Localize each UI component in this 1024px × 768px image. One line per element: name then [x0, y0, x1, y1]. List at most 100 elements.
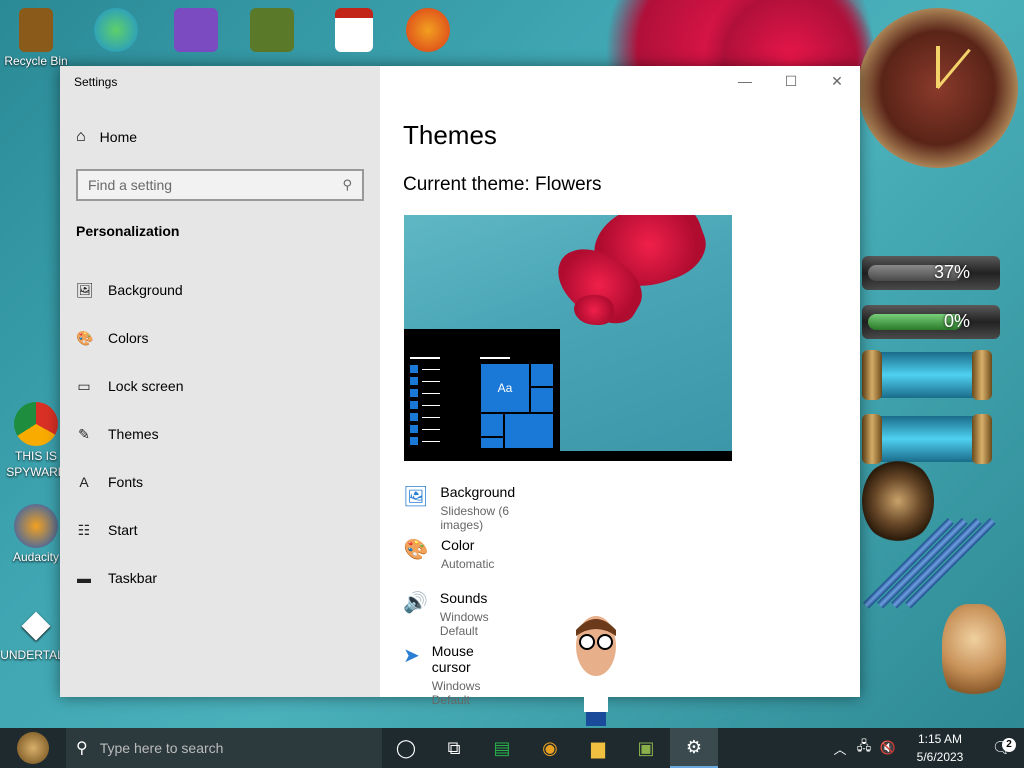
minecraft-icon: [250, 8, 294, 52]
taskbar: ⚲ Type here to search ◯ ⧉ ▤ ◉ ▆ ▣ ⚙ ︿ 🖧 …: [0, 728, 1024, 768]
option-name: Color: [441, 537, 475, 553]
theme-option-mouse-cursor[interactable]: ➤ Mouse cursor Windows Default: [403, 643, 490, 707]
settings-search[interactable]: ⚲: [76, 169, 364, 201]
recycle-bin-icon: [19, 8, 53, 52]
themes-icon: ✎: [78, 425, 90, 442]
edge-icon: [94, 8, 138, 52]
cursor-icon: ➤: [403, 645, 420, 667]
sidebar-item-label: Fonts: [108, 474, 144, 490]
clock-time: 1:15 AM: [917, 732, 963, 746]
option-value: Windows Default: [439, 610, 489, 638]
cortana-button[interactable]: ◯: [382, 728, 430, 768]
sidebar-item-label: Themes: [108, 426, 159, 442]
sidebar-item-label: Taskbar: [108, 570, 158, 586]
taskbar-app-file-explorer[interactable]: ▆: [574, 728, 622, 768]
gear-icon: ⚙: [685, 736, 703, 757]
current-theme-label: Current theme: Flowers: [403, 174, 602, 195]
taskbar-icon: ▬: [77, 570, 91, 586]
search-icon: ⚲: [342, 177, 352, 192]
action-center-button[interactable]: 🗨 2: [980, 738, 1024, 758]
cortana-icon: ◯: [395, 737, 417, 758]
sidebar-item-label: Start: [108, 522, 138, 538]
window-title: Settings: [74, 75, 118, 89]
game-app-icon: ▣: [637, 737, 655, 758]
taskbar-app-notes[interactable]: ▤: [478, 728, 526, 768]
clock-date: 5/6/2023: [916, 750, 964, 764]
preview-start-menu: Aa: [404, 329, 560, 461]
settings-search-input[interactable]: [88, 177, 318, 193]
network-icon[interactable]: 🖧: [852, 737, 876, 759]
maximize-button[interactable]: ☐: [768, 66, 814, 96]
swf-file-icon: [335, 8, 373, 52]
sidebar-item-colors[interactable]: 🎨 Colors: [60, 314, 380, 362]
tube-gauge: [862, 414, 992, 464]
desktop-icon-edge[interactable]: [80, 8, 152, 54]
home-label: Home: [99, 129, 138, 145]
taskbar-app-chrome[interactable]: ◉: [526, 728, 574, 768]
memory-gauge: 0%: [862, 305, 1000, 339]
preview-taskbar: [404, 451, 732, 461]
taskbar-search-placeholder: Type here to search: [99, 740, 224, 756]
option-name: Sounds: [439, 590, 488, 606]
sidebar-item-background[interactable]: 🖼 Background: [60, 266, 380, 314]
volume-muted-icon[interactable]: 🔇: [876, 740, 900, 756]
palette-icon: 🎨: [76, 329, 94, 346]
page-title: Themes: [403, 120, 497, 150]
option-name: Mouse cursor: [431, 643, 474, 675]
hamster-mascot: [942, 604, 1006, 704]
system-tray: ︿ 🖧 🔇 1:15 AM 5/6/2023 🗨 2: [828, 728, 1024, 768]
desktop-icon-visual-studio[interactable]: [160, 8, 232, 54]
sidebar-item-label: Lock screen: [108, 378, 184, 394]
desktop-icon-recycle-bin[interactable]: Recycle Bin: [0, 8, 72, 68]
unity-icon: ◆: [21, 603, 51, 645]
desktop-icon-minecraft[interactable]: [236, 8, 308, 54]
picture-icon: 🖼: [76, 281, 94, 298]
theme-option-sounds[interactable]: 🔊 Sounds Windows Default: [403, 590, 490, 638]
close-button[interactable]: ✕: [814, 66, 860, 96]
picture-icon: 🖼: [403, 486, 429, 508]
desktop-icon-swf[interactable]: [318, 8, 390, 54]
speaker-icon: 🔊: [403, 592, 428, 614]
chevron-up-icon[interactable]: ︿: [828, 739, 852, 758]
task-view-button[interactable]: ⧉: [430, 728, 478, 768]
start-orb-icon: [17, 732, 49, 764]
notes-app-icon: ▤: [493, 737, 511, 758]
chrome-icon: ◉: [542, 737, 558, 758]
memory-gauge-value: 0%: [943, 311, 970, 331]
p-app-icon: [406, 8, 450, 52]
sidebar-item-lock-screen[interactable]: ▭ Lock screen: [60, 362, 380, 410]
start-button[interactable]: [0, 728, 66, 768]
clock-widget[interactable]: [858, 8, 1018, 168]
sidebar-item-themes[interactable]: ✎ Themes: [60, 410, 380, 458]
desktop-icon-p-app[interactable]: [392, 8, 464, 54]
theme-option-background[interactable]: 🖼 Background Slideshow (6 images): [403, 484, 516, 532]
cpu-gauge: 37%: [862, 256, 1000, 290]
sidebar-item-taskbar[interactable]: ▬ Taskbar: [60, 554, 380, 602]
cartoon-mascot: [576, 616, 616, 726]
taskbar-clock[interactable]: 1:15 AM 5/6/2023: [900, 730, 980, 766]
option-value: Automatic: [441, 557, 495, 571]
taskbar-app-settings[interactable]: ⚙: [670, 728, 718, 768]
sidebar-home[interactable]: ⌂ Home: [76, 128, 137, 146]
minimize-button[interactable]: —: [722, 66, 768, 96]
sidebar-item-label: Colors: [108, 330, 149, 346]
taskbar-app-game[interactable]: ▣: [622, 728, 670, 768]
lock-screen-icon: ▭: [77, 377, 91, 394]
palette-icon: 🎨: [403, 539, 429, 561]
sidebar-item-start[interactable]: ☷ Start: [60, 506, 380, 554]
home-icon: ⌂: [76, 128, 86, 145]
settings-window: Settings ⌂ Home ⚲ Personalization 🖼 Back…: [60, 66, 860, 707]
fonts-icon: A: [79, 474, 89, 490]
option-value: Slideshow (6 images): [440, 504, 510, 532]
option-name: Background: [440, 484, 516, 500]
preview-tile: Aa: [480, 363, 530, 413]
visual-studio-icon: [174, 8, 218, 52]
theme-option-color[interactable]: 🎨 Color Automatic: [403, 537, 495, 571]
tube-gauge: [862, 350, 992, 400]
theme-preview: Aa: [404, 215, 732, 461]
audacity-icon: [14, 504, 58, 548]
taskbar-search[interactable]: ⚲ Type here to search: [66, 728, 382, 768]
sidebar-item-fonts[interactable]: A Fonts: [60, 458, 380, 506]
start-icon: ☷: [77, 521, 91, 538]
search-icon: ⚲: [76, 740, 88, 757]
